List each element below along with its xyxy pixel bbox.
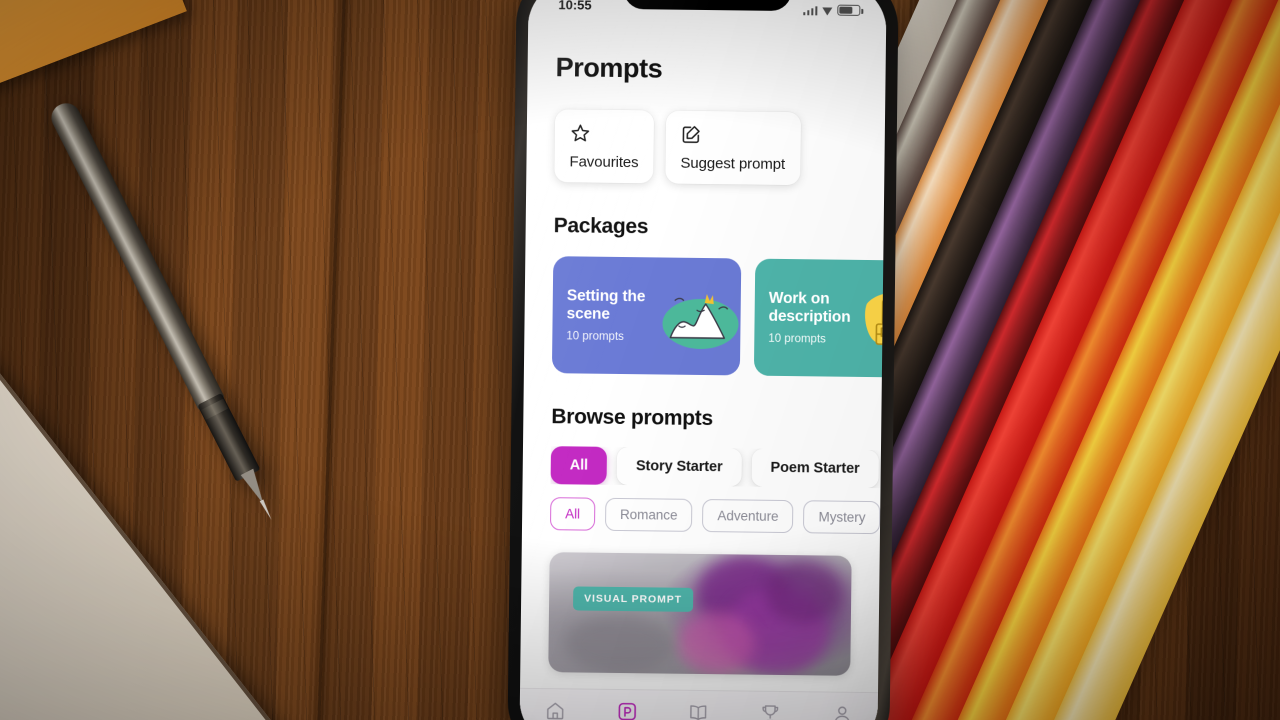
scene-vignette bbox=[0, 0, 1280, 720]
